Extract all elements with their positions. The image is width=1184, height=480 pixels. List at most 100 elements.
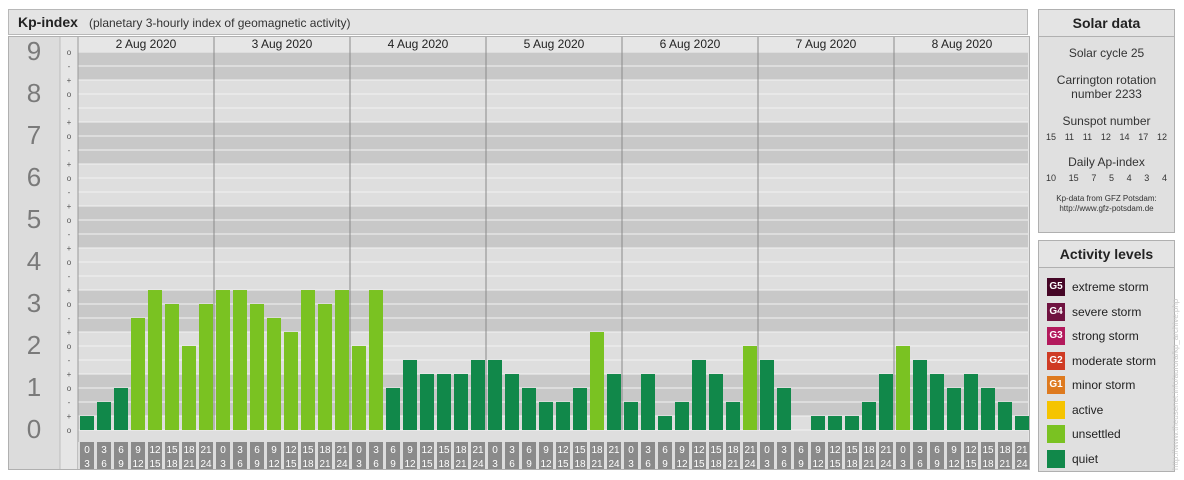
kp-bar xyxy=(505,374,519,430)
interval-start-label: 9 xyxy=(135,445,141,456)
interval-end-label: 24 xyxy=(1016,459,1028,470)
legend-item: G2 moderate storm xyxy=(1047,351,1156,371)
sub-tick-label: - xyxy=(68,398,71,407)
interval-end-label: 12 xyxy=(132,459,144,470)
kp-bar xyxy=(981,388,995,430)
sub-tick-label: - xyxy=(68,356,71,365)
kp-bar xyxy=(692,359,706,430)
interval-end-label: 21 xyxy=(999,459,1011,470)
sub-tick-label: + xyxy=(67,286,72,295)
legend-item: G1 minor storm xyxy=(1047,375,1135,395)
ap-index-value: 3 xyxy=(1144,173,1150,183)
sunspot-value: 15 xyxy=(1046,132,1057,142)
sub-tick-label: o xyxy=(67,258,72,267)
interval-end-label: 6 xyxy=(509,459,515,470)
kp-bar xyxy=(760,359,774,430)
day-label: 4 Aug 2020 xyxy=(388,37,449,51)
y-tick-label: 0 xyxy=(27,414,41,444)
kp-bar xyxy=(301,290,315,430)
interval-end-label: 18 xyxy=(846,459,858,470)
sub-tick-label: o xyxy=(67,216,72,225)
interval-end-label: 12 xyxy=(540,459,552,470)
interval-start-label: 21 xyxy=(744,445,756,456)
interval-start-label: 0 xyxy=(220,445,226,456)
ap-index-values: 10 15 7 5 4 3 4 xyxy=(1039,173,1174,183)
interval-end-label: 18 xyxy=(302,459,314,470)
kp-bar xyxy=(539,401,553,430)
interval-start-label: 9 xyxy=(407,445,413,456)
sub-tick-label: + xyxy=(67,118,72,127)
sub-tick-label: + xyxy=(67,202,72,211)
interval-start-label: 21 xyxy=(472,445,484,456)
legend-label: extreme storm xyxy=(1072,280,1149,294)
watermark-url: http://www.theusenet.info/aurora/kp_arch… xyxy=(1171,298,1180,470)
kp-bar xyxy=(420,374,434,430)
activity-levels-panel: Activity levels G5 extreme storm G4 severe … xyxy=(1038,240,1175,472)
kp-bar xyxy=(709,374,723,430)
interval-end-label: 24 xyxy=(200,459,212,470)
kp-bar xyxy=(845,416,859,430)
legend-item: G4 severe storm xyxy=(1047,302,1141,322)
kp-bar xyxy=(1015,416,1029,430)
interval-start-label: 3 xyxy=(781,445,787,456)
interval-end-label: 6 xyxy=(781,459,787,470)
kp-bar xyxy=(182,346,196,430)
kp-bar xyxy=(114,388,128,430)
y-tick-label: 9 xyxy=(27,36,41,66)
sub-tick-label: o xyxy=(67,90,72,99)
interval-start-label: 3 xyxy=(917,445,923,456)
kp-bar xyxy=(97,401,111,430)
sub-tick-label: + xyxy=(67,76,72,85)
day-label: 6 Aug 2020 xyxy=(660,37,721,51)
interval-end-label: 24 xyxy=(744,459,756,470)
interval-start-label: 15 xyxy=(438,445,450,456)
kp-bar xyxy=(454,374,468,430)
ap-index-value: 4 xyxy=(1126,173,1132,183)
interval-start-label: 12 xyxy=(829,445,841,456)
sub-tick-label: o xyxy=(67,174,72,183)
interval-end-label: 3 xyxy=(764,459,770,470)
interval-start-label: 12 xyxy=(693,445,705,456)
interval-start-label: 18 xyxy=(999,445,1011,456)
sunspot-heading: Sunspot number xyxy=(1062,114,1151,128)
legend-item: G5 extreme storm xyxy=(1047,277,1149,297)
interval-start-label: 15 xyxy=(302,445,314,456)
interval-start-label: 3 xyxy=(237,445,243,456)
interval-start-label: 18 xyxy=(863,445,875,456)
interval-start-label: 0 xyxy=(764,445,770,456)
sub-tick-label: + xyxy=(67,160,72,169)
interval-end-label: 21 xyxy=(591,459,603,470)
interval-start-label: 3 xyxy=(101,445,107,456)
interval-end-label: 24 xyxy=(608,459,620,470)
legend-label: strong storm xyxy=(1072,329,1139,343)
interval-end-label: 24 xyxy=(472,459,484,470)
legend-item: G3 strong storm xyxy=(1047,326,1139,346)
kp-bar xyxy=(590,332,604,430)
interval-start-label: 18 xyxy=(727,445,739,456)
interval-end-label: 6 xyxy=(917,459,923,470)
solar-data-panel: Solar data Solar cycle 25 Carrington rot… xyxy=(1038,9,1175,233)
interval-end-label: 6 xyxy=(237,459,243,470)
interval-end-label: 9 xyxy=(118,459,124,470)
kp-bar xyxy=(675,401,689,430)
sub-tick-label: o xyxy=(67,300,72,309)
interval-end-label: 9 xyxy=(798,459,804,470)
interval-start-label: 12 xyxy=(965,445,977,456)
kp-bar xyxy=(556,401,570,430)
sub-tick-label: - xyxy=(68,230,71,239)
interval-start-label: 0 xyxy=(492,445,498,456)
y-tick-label: 6 xyxy=(27,162,41,192)
kp-bar xyxy=(352,346,366,430)
carrington-rotation-line2: number 2233 xyxy=(1071,87,1142,101)
interval-end-label: 15 xyxy=(557,459,569,470)
interval-start-label: 3 xyxy=(373,445,379,456)
legend-swatch xyxy=(1047,425,1065,443)
ap-index-value: 4 xyxy=(1161,173,1167,183)
legend-swatch: G1 xyxy=(1047,376,1065,394)
interval-end-label: 3 xyxy=(492,459,498,470)
kp-bar xyxy=(726,401,740,430)
y-tick-label: 4 xyxy=(27,246,41,276)
interval-end-label: 3 xyxy=(628,459,634,470)
interval-start-label: 21 xyxy=(1016,445,1028,456)
kp-bar xyxy=(624,401,638,430)
